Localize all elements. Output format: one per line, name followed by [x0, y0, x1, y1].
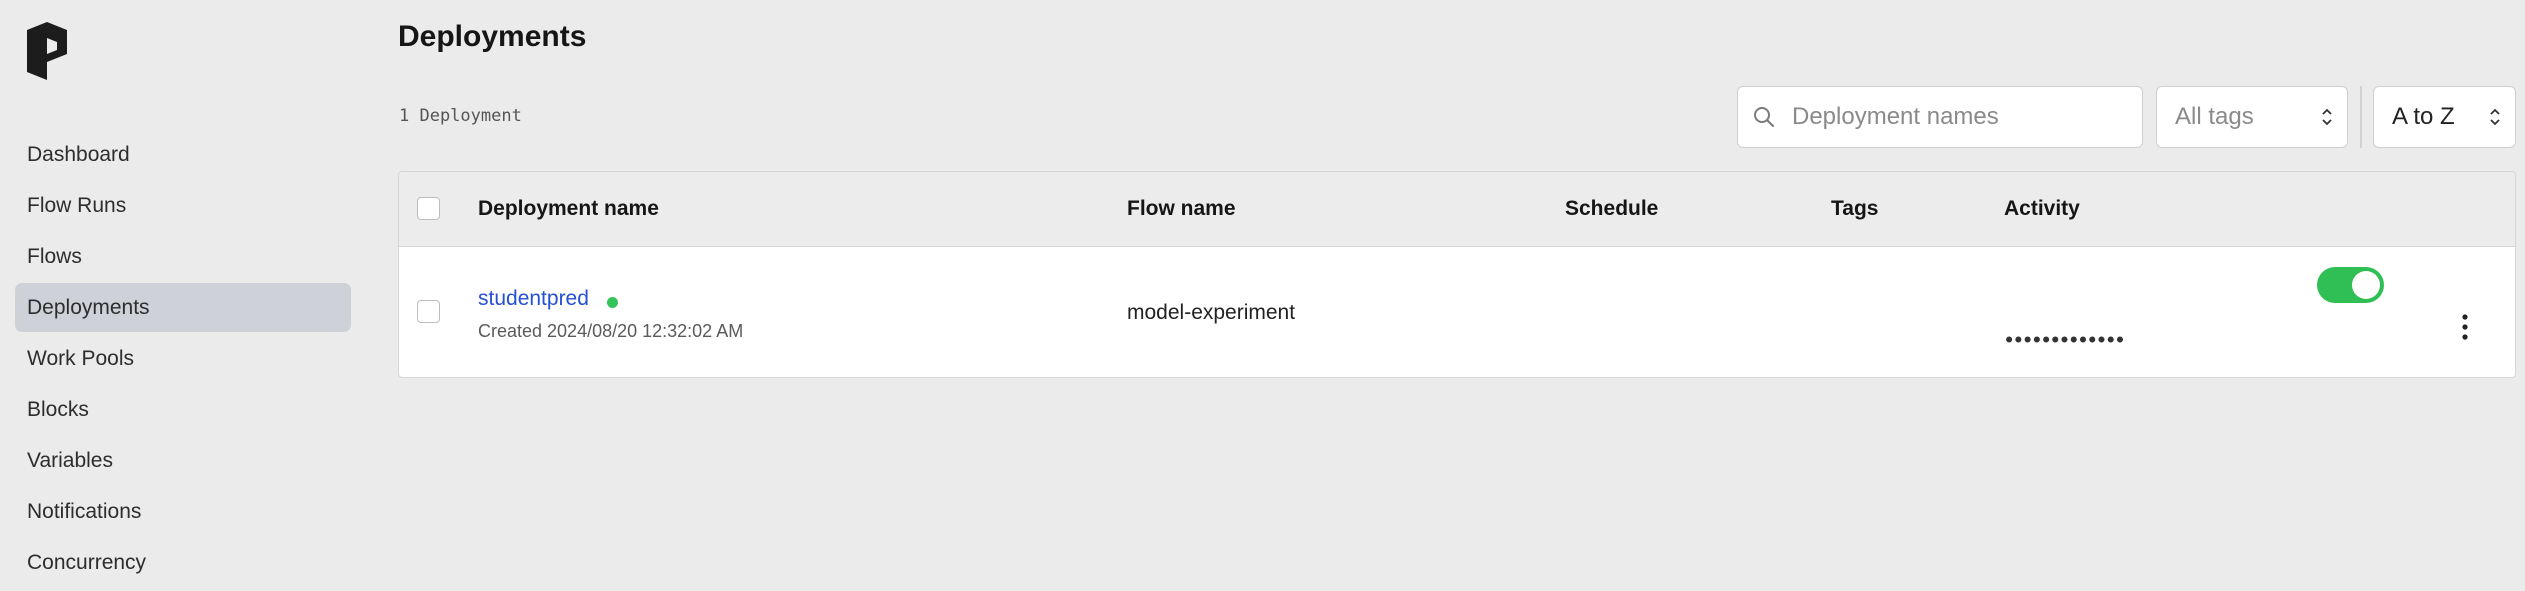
tags-select-value: All tags [2175, 103, 2254, 130]
search-box[interactable] [1737, 86, 2143, 148]
deployments-table: Deployment name Flow name Schedule Tags … [398, 171, 2516, 378]
chevron-updown-icon [2322, 108, 2332, 126]
row-checkbox[interactable] [417, 300, 440, 323]
column-header-deployment-name: Deployment name [478, 197, 659, 220]
sidebar-item-dashboard[interactable]: Dashboard [15, 130, 351, 179]
flow-name-link[interactable]: model-experiment [1127, 301, 1295, 325]
sort-select[interactable]: A to Z [2373, 86, 2516, 148]
chevron-updown-icon [2490, 108, 2500, 126]
page-title: Deployments [398, 20, 587, 53]
toggle-knob [2352, 271, 2380, 299]
deployment-count: 1 Deployment [399, 106, 522, 126]
tags-select[interactable]: All tags [2156, 86, 2348, 148]
table-header: Deployment name Flow name Schedule Tags … [399, 172, 2515, 247]
prefect-logo-icon[interactable] [27, 22, 67, 80]
deployment-name-link[interactable]: studentpred [478, 287, 589, 311]
created-timestamp: Created 2024/08/20 12:32:02 AM [478, 321, 744, 341]
select-all-checkbox[interactable] [417, 197, 440, 220]
search-input[interactable] [1790, 102, 2124, 132]
column-header-activity: Activity [2004, 197, 2080, 220]
search-icon [1754, 107, 1774, 127]
sidebar-item-deployments[interactable]: Deployments [15, 283, 351, 332]
table-row: studentpred Created 2024/08/20 12:32:02 … [399, 247, 2515, 377]
sidebar-item-blocks[interactable]: Blocks [15, 385, 351, 434]
column-header-tags: Tags [1831, 197, 1879, 220]
status-dot [607, 297, 618, 308]
sidebar-item-flow-runs[interactable]: Flow Runs [15, 181, 351, 230]
sidebar-item-concurrency[interactable]: Concurrency [15, 538, 351, 587]
sidebar-nav: Dashboard Flow Runs Flows Deployments Wo… [15, 130, 351, 589]
deployment-toggle[interactable] [2317, 267, 2384, 303]
activity-sparkline: ••••••••••••• [2004, 331, 2125, 351]
kebab-menu-icon[interactable] [2459, 312, 2471, 342]
sidebar-item-flows[interactable]: Flows [15, 232, 351, 281]
sidebar-item-notifications[interactable]: Notifications [15, 487, 351, 536]
column-header-flow-name: Flow name [1127, 197, 1236, 220]
column-header-schedule: Schedule [1565, 197, 1659, 220]
sidebar-item-work-pools[interactable]: Work Pools [15, 334, 351, 383]
sort-select-value: A to Z [2392, 103, 2455, 130]
sidebar-item-variables[interactable]: Variables [15, 436, 351, 485]
filter-divider [2360, 86, 2362, 148]
